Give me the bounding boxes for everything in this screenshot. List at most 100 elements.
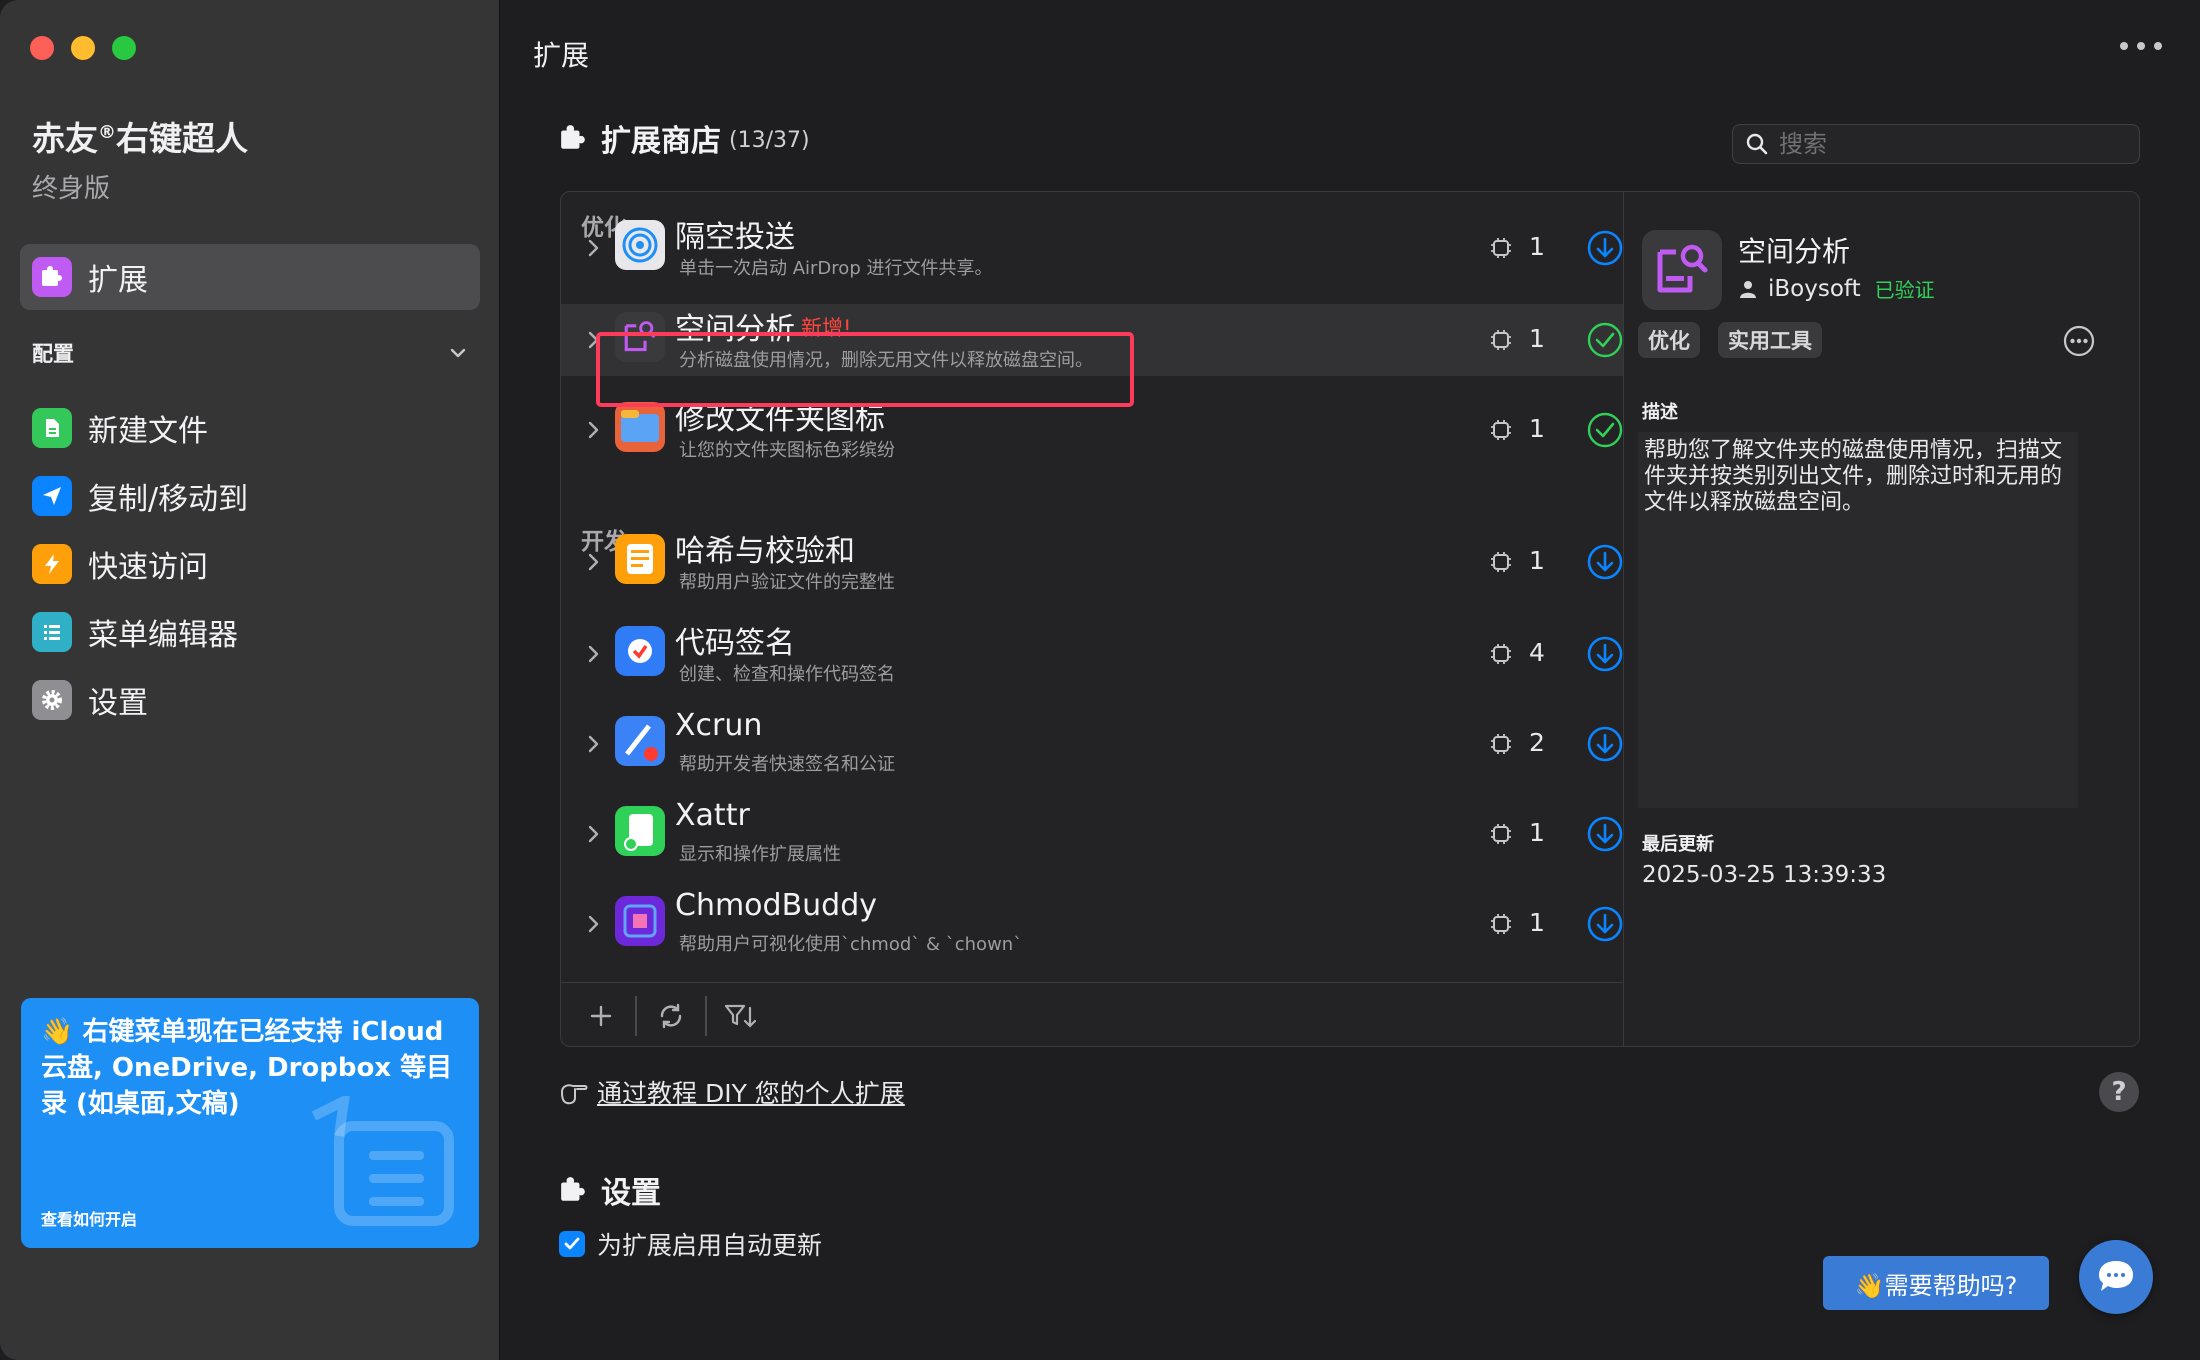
filter-icon [724,1004,757,1028]
search-input[interactable] [1779,130,2119,158]
new-file-icon [32,408,72,448]
download-icon[interactable] [1585,904,1623,944]
ext-row-xattr[interactable]: Xattr 显示和操作扩展属性 1 [561,798,1623,870]
plus-icon [590,1005,612,1026]
chevron-right-icon[interactable] [581,550,605,574]
installed-check-icon[interactable] [1585,320,1623,360]
chevron-right-icon[interactable] [581,328,605,352]
puzzle-icon [32,257,72,297]
airdrop-icon [615,220,665,270]
chip-icon [1491,644,1511,664]
ext-desc: 帮助开发者快速签名和公证 [679,754,895,775]
store-count: (13/37) [729,127,810,153]
more-circle-icon[interactable] [2062,324,2096,358]
sidebar-item-new-file[interactable]: 新建文件 [32,406,208,450]
promo-card[interactable]: 👋 右键菜单现在已经支持 iCloud 云盘, OneDrive, Dropbo… [21,998,479,1248]
detail-author: iBoysoft 已验证 [1738,274,1935,303]
ext-title: Xcrun [675,708,763,743]
description-text: 帮助您了解文件夹的磁盘使用情况，扫描文件夹并按类别列出文件，删除过时和无用的文件… [1638,432,2078,808]
chip-icon [1491,420,1511,440]
more-options-icon[interactable] [2120,40,2162,52]
ext-title: 哈希与校验和 [675,534,855,569]
chevron-right-icon[interactable] [581,418,605,442]
app-name: 赤友®右键超人 [32,119,248,158]
ext-desc: 创建、检查和操作代码签名 [679,664,895,685]
ext-desc: 让您的文件夹图标色彩缤纷 [679,440,895,461]
installed-check-icon[interactable] [1585,410,1623,450]
chevron-right-icon[interactable] [581,236,605,260]
download-icon[interactable] [1585,724,1623,764]
chip-icon [1491,238,1511,258]
download-icon[interactable] [1585,542,1623,582]
sidebar-item-quick-access[interactable]: 快速访问 [32,542,208,586]
extension-list[interactable]: 优化 开发 隔空投送 单击一次启动 AirDrop 进行文件共享。 1 空间分析 新增!… [561,192,1623,982]
sidebar-item-label: 扩展 [88,263,148,298]
menu-item-count: 1 [1529,232,1545,261]
download-icon[interactable] [1585,634,1623,674]
extension-detail: 空间分析 iBoysoft 已验证 优化 实用工具 描述 帮助您了解文件夹的磁盘… [1623,192,2139,1046]
ext-row-xcrun[interactable]: Xcrun 帮助开发者快速签名和公证 2 [561,708,1623,780]
updated-date: 2025-03-25 13:39:33 [1642,862,1887,888]
promo-link[interactable]: 查看如何开启 [41,1206,137,1230]
ext-row-code-sign[interactable]: 代码签名 创建、检查和操作代码签名 4 [561,618,1623,690]
ext-title: 代码签名 [675,626,795,661]
diy-link[interactable]: 通过教程 DIY 您的个人扩展 [597,1074,905,1110]
hash-icon [615,534,665,584]
updated-label: 最后更新 [1642,834,1714,855]
chevron-right-icon[interactable] [581,732,605,756]
ext-row-chmodbuddy[interactable]: ChmodBuddy 帮助用户可视化使用`chmod` & `chown` 1 [561,888,1623,960]
list-toolbar [561,982,1623,1046]
sidebar-item-menu-editor[interactable]: 菜单编辑器 [32,610,238,654]
need-help-button[interactable]: 👋需要帮助吗? [1823,1256,2049,1310]
chevron-down-icon [450,348,466,358]
description-label: 描述 [1642,402,1678,423]
add-button[interactable] [577,992,625,1040]
sidebar-item-extensions[interactable]: 扩展 [20,244,480,310]
tag-utility[interactable]: 实用工具 [1718,322,1822,358]
ext-row-folder-icon[interactable]: 修改文件夹图标 让您的文件夹图标色彩缤纷 1 [561,394,1623,466]
search-box[interactable] [1732,124,2140,164]
code-sign-icon [615,626,665,676]
chip-icon [1491,552,1511,572]
sidebar-item-settings[interactable]: 设置 [32,678,148,722]
chevron-right-icon[interactable] [581,642,605,666]
ext-title: 隔空投送 [675,220,795,255]
ext-row-hash[interactable]: 哈希与校验和 帮助用户验证文件的完整性 1 [561,526,1623,598]
new-badge: 新增! [801,316,852,340]
chmod-icon [615,896,665,946]
ext-row-space-analysis[interactable]: 空间分析 新增! 分析磁盘使用情况，删除无用文件以释放磁盘空间。 1 [561,304,1623,376]
ext-desc: 显示和操作扩展属性 [679,844,841,865]
sidebar-item-copy-move[interactable]: 复制/移动到 [32,474,248,518]
auto-update-option[interactable]: 为扩展启用自动更新 [559,1226,822,1262]
detail-name: 空间分析 [1738,235,1851,268]
chat-bubble-icon [2099,1261,2133,1291]
chevron-right-icon[interactable] [581,912,605,936]
close-button[interactable] [30,36,54,60]
help-button[interactable]: ? [2099,1072,2139,1112]
tag-optimize[interactable]: 优化 [1638,322,1700,358]
auto-update-checkbox[interactable] [559,1231,585,1257]
zoom-button[interactable] [112,36,136,60]
lightning-icon [32,544,72,584]
toolbar-divider [635,995,637,1036]
ext-desc: 帮助用户可视化使用`chmod` & `chown` [679,934,1023,955]
ext-desc: 分析磁盘使用情况，删除无用文件以释放磁盘空间。 [679,350,1093,371]
download-icon[interactable] [1585,228,1623,268]
settings-title: 设置 [601,1176,661,1211]
chip-icon [1491,330,1511,350]
download-icon[interactable] [1585,814,1623,854]
chevron-right-icon[interactable] [581,822,605,846]
pointing-hand-icon [561,1084,588,1105]
config-section-header[interactable]: 配置 [32,338,468,368]
toolbar-divider [705,995,707,1036]
filter-sort-button[interactable] [717,992,765,1040]
refresh-button[interactable] [647,992,695,1040]
minimize-button[interactable] [71,36,95,60]
ext-row-airdrop[interactable]: 隔空投送 单击一次启动 AirDrop 进行文件共享。 1 [561,212,1623,284]
sidebar-item-label: 新建文件 [88,414,208,449]
menu-item-count: 1 [1529,414,1545,443]
puzzle-icon [561,1177,585,1201]
chat-button[interactable] [2079,1240,2153,1314]
promo-text: 👋 右键菜单现在已经支持 iCloud 云盘, OneDrive, Dropbo… [41,1017,453,1119]
ext-title: ChmodBuddy [675,888,878,923]
